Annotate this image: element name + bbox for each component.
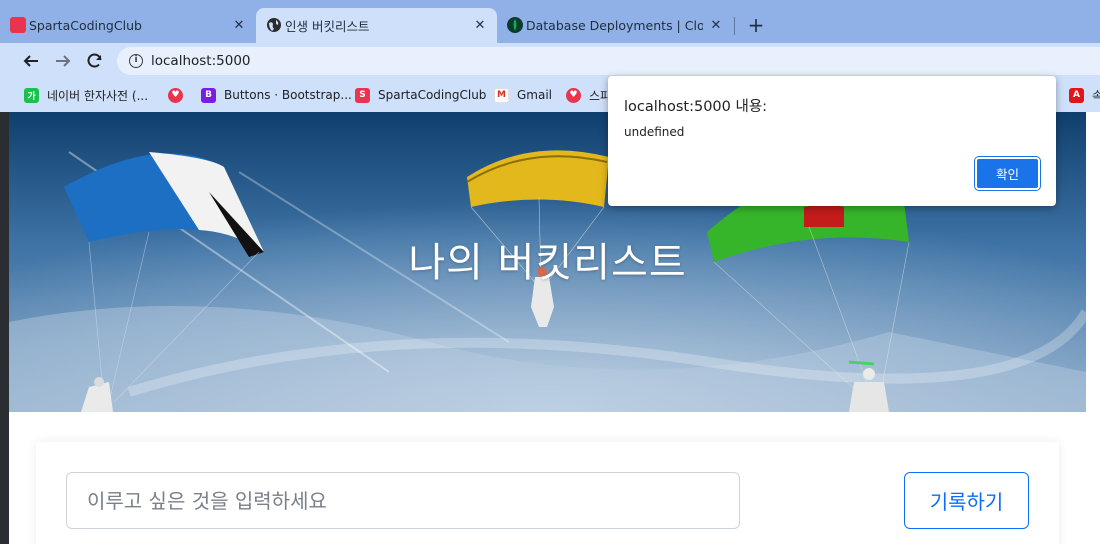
- heart-link-icon: ♥: [168, 87, 183, 103]
- page-right-margin: [1086, 112, 1100, 412]
- adobe-icon: A: [1069, 87, 1084, 103]
- reload-icon[interactable]: [83, 49, 107, 73]
- new-tab-button[interactable]: +: [744, 13, 768, 37]
- tab-bucket-list[interactable]: 인생 버킷리스트 ✕: [256, 8, 497, 43]
- bookmark-heart-link[interactable]: ♥: [168, 84, 191, 106]
- back-arrow-icon[interactable]: [19, 49, 43, 73]
- bookmark-bootstrap-buttons[interactable]: B Buttons · Bootstrap...: [201, 84, 352, 106]
- tab-separator: [734, 17, 735, 35]
- tab-title: 인생 버킷리스트: [285, 19, 370, 34]
- dialog-ok-button[interactable]: 확인: [974, 156, 1041, 191]
- record-button[interactable]: 기록하기: [904, 472, 1029, 529]
- forward-arrow-icon[interactable]: [51, 49, 75, 73]
- close-icon[interactable]: ✕: [232, 18, 246, 33]
- bookmark-gmail[interactable]: M Gmail: [494, 84, 552, 106]
- page-title: 나의 버킷리스트: [408, 240, 687, 286]
- bookmark-label: 속: [1092, 88, 1100, 103]
- bucket-input[interactable]: [66, 472, 740, 529]
- browser-toolbar: i localhost:5000: [0, 43, 1100, 79]
- close-icon[interactable]: ✕: [709, 18, 723, 33]
- bookmark-spartacodingclub[interactable]: S SpartaCodingClub: [355, 84, 486, 106]
- bookmark-label: Buttons · Bootstrap...: [224, 88, 352, 102]
- tab-database-deployments[interactable]: Database Deployments | Cloud ✕: [497, 8, 733, 43]
- tab-title: Database Deployments | Cloud: [526, 18, 703, 33]
- bookmark-label: Gmail: [517, 88, 553, 102]
- site-info-icon[interactable]: i: [129, 54, 143, 68]
- bookmark-sparta-heart[interactable]: ♥ 스파: [566, 84, 611, 106]
- page-body: 기록하기: [9, 412, 1100, 544]
- gmail-icon: M: [494, 87, 509, 103]
- close-icon[interactable]: ✕: [473, 18, 487, 33]
- tab-strip: SpartaCodingClub ✕ 인생 버킷리스트 ✕ Database D…: [0, 0, 1100, 43]
- tab-title: SpartaCodingClub: [29, 18, 142, 33]
- heart-link-icon: ♥: [566, 87, 581, 103]
- address-url: localhost:5000: [151, 53, 251, 69]
- naver-icon: 가: [24, 87, 39, 103]
- sparta-logo-icon: [10, 17, 26, 33]
- bookmark-naver-hanja[interactable]: 가 네이버 한자사전 (...: [24, 84, 148, 106]
- bookmark-adobe[interactable]: A 속: [1069, 84, 1100, 106]
- mongodb-leaf-icon: [507, 17, 523, 33]
- address-bar[interactable]: i localhost:5000: [117, 47, 1100, 75]
- bookmark-label: 네이버 한자사전 (...: [47, 88, 149, 103]
- bucket-form-card: 기록하기: [36, 442, 1059, 544]
- dialog-title: localhost:5000 내용:: [624, 99, 768, 115]
- sparta-logo-icon: S: [355, 87, 370, 103]
- tab-spartacodingclub[interactable]: SpartaCodingClub ✕: [0, 8, 256, 43]
- alert-dialog: localhost:5000 내용: undefined 확인: [608, 76, 1056, 206]
- bookmark-label: SpartaCodingClub: [378, 88, 487, 102]
- bootstrap-icon: B: [201, 87, 216, 103]
- globe-icon: [266, 17, 282, 33]
- dialog-message: undefined: [624, 125, 685, 139]
